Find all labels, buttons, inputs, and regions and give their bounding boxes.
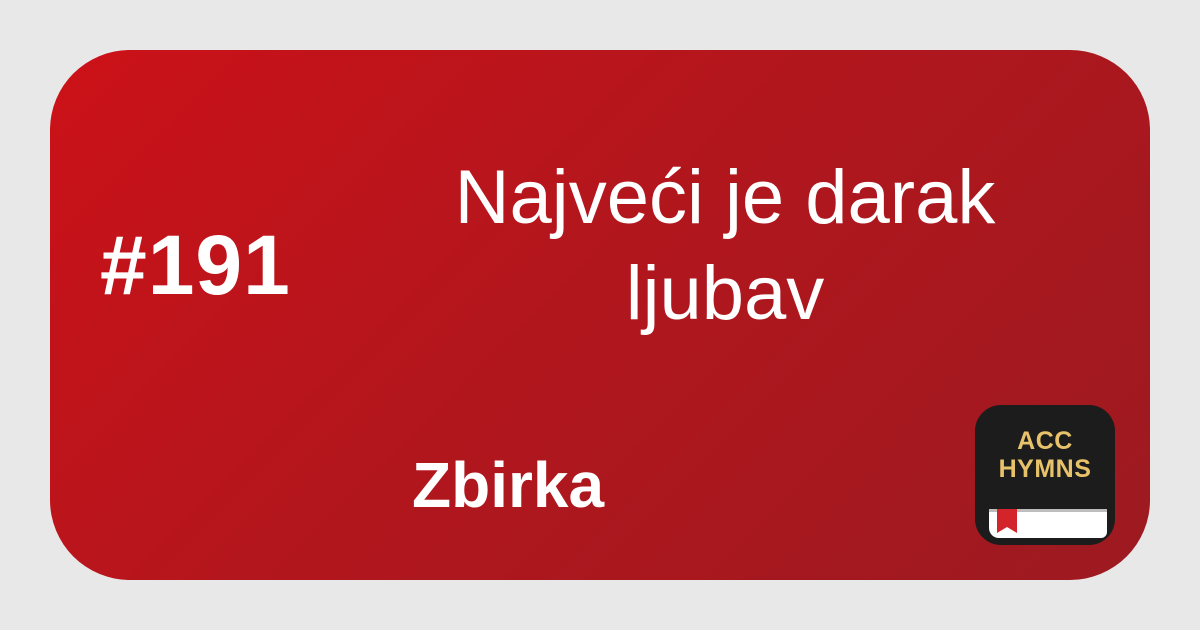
app-icon-label-line-1: ACC [1017, 427, 1073, 455]
hymn-title: Najveći je darak ljubav [380, 150, 1070, 342]
acc-hymns-app-icon: ACC HYMNS [975, 405, 1115, 545]
collection-label: Zbirka [412, 449, 605, 521]
hymn-card: #191 Najveći je darak ljubav Zbirka ACC … [50, 50, 1150, 580]
hymn-title-line-2: ljubav [625, 251, 825, 336]
app-icon-label: ACC HYMNS [975, 427, 1115, 483]
page-background: #191 Najveći je darak ljubav Zbirka ACC … [0, 0, 1200, 630]
hymn-title-line-1: Najveći je darak [454, 155, 996, 240]
bookmark-icon [997, 509, 1017, 533]
app-icon-label-line-2: HYMNS [998, 455, 1092, 483]
